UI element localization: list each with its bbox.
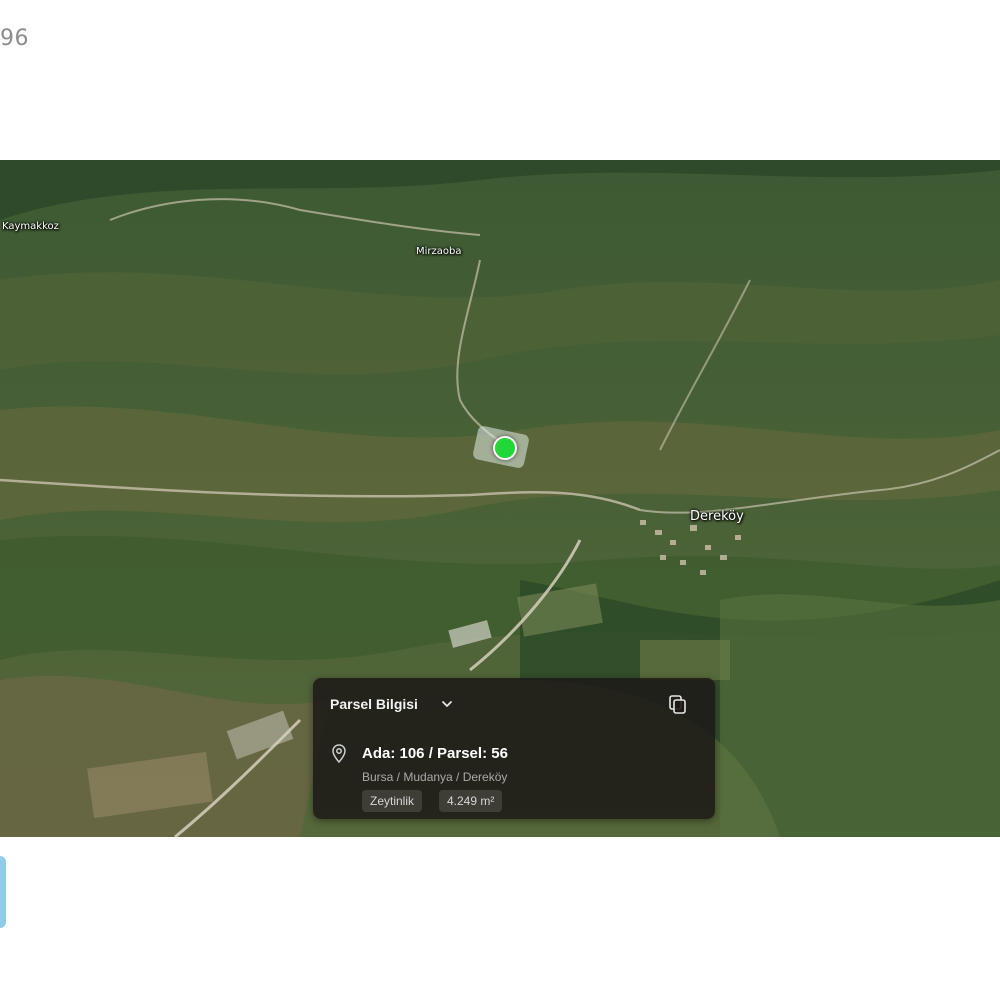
parcel-location-text: Bursa / Mudanya / Dereköy: [362, 770, 508, 784]
top-fragment-text: 96: [0, 26, 29, 51]
parcel-id-text: Ada: 106 / Parsel: 56: [362, 745, 508, 762]
side-panel-edge[interactable]: [0, 856, 6, 928]
map-pin-icon: [332, 744, 346, 764]
place-label-kaymakkoz: Kaymakkoz: [2, 221, 59, 232]
parcel-location-marker[interactable]: [493, 436, 517, 460]
area-badge: 4.249 m²: [439, 790, 503, 812]
parcel-info-card: Parsel Bilgisi Ada: 106 / Parsel: 56 Bur…: [313, 678, 715, 819]
place-label-mirzaoba: Mirzaoba: [416, 246, 462, 257]
copy-icon[interactable]: [666, 693, 690, 717]
place-label-derekoy: Dereköy: [690, 509, 744, 524]
card-title: Parsel Bilgisi: [330, 696, 418, 712]
chevron-down-icon[interactable]: [440, 698, 454, 710]
land-type-badge: Zeytinlik: [362, 790, 423, 812]
